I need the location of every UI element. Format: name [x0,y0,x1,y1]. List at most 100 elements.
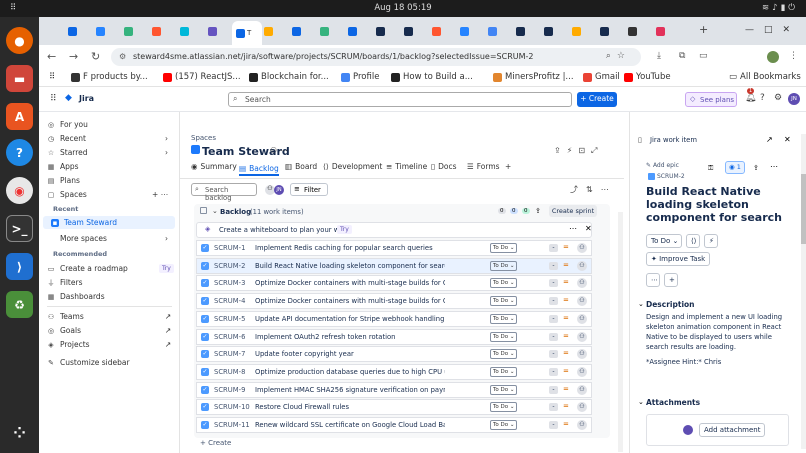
backlog-checkbox[interactable] [200,207,207,214]
status-dropdown[interactable]: To Do ⌄ [490,296,517,307]
app-center-icon[interactable]: A [6,103,33,130]
chrome-icon[interactable]: ◉ [6,177,33,204]
assignee-avatar[interactable]: ⚇ [577,384,587,395]
browser-tab[interactable] [540,23,570,40]
assignee-avatar[interactable]: ⚇ [577,313,587,324]
issue-summary[interactable]: Update API documentation for Stripe webh… [255,315,445,323]
tab-backlog[interactable]: ▤ Backlog [239,162,279,176]
tab-forms[interactable]: ☰ Forms [467,162,500,171]
tab-add[interactable]: + [505,162,511,171]
extensions-icon[interactable]: ⧉ [679,51,685,61]
table-row[interactable]: ✓ SCRUM-8 Optimize production database que… [196,363,592,380]
assignee-avatar[interactable]: ⚇ [577,402,587,413]
issue-key[interactable]: SCRUM-2 [214,262,245,270]
forward-icon[interactable]: → [69,50,78,63]
more-icon[interactable]: ⋯ [646,273,660,287]
table-row[interactable]: ✓ SCRUM-2 Build React Native loading skele… [196,257,592,274]
browser-tab[interactable] [372,23,402,40]
assignee-avatar[interactable]: ⚇ [577,243,587,253]
estimate-badge[interactable]: - [549,403,558,412]
issue-summary[interactable]: Optimize Docker containers with multi-st… [255,279,445,287]
create-button[interactable]: + Create [577,92,617,107]
estimate-badge[interactable]: - [549,332,558,341]
project-actions-icons[interactable]: ⇪⚡⊡⤢ [554,146,603,156]
sidebar-item-teams[interactable]: ⚇ Teams ↗ [47,312,171,321]
table-row[interactable]: ✓ SCRUM-9 Implement HMAC SHA256 signature … [196,381,592,398]
table-row[interactable]: ✓ SCRUM-6 Implement OAuth2 refresh token r… [196,328,592,345]
firefox-icon[interactable]: ● [6,27,33,54]
whiteboard-prompt[interactable]: Create a whiteboard to plan your work [219,226,350,234]
trash-icon[interactable]: ♻ [6,291,33,318]
issue-key[interactable]: SCRUM-1 [214,244,245,252]
breadcrumb[interactable]: Spaces [191,134,216,142]
sidebar-item-recent[interactable]: ◷ Recent › [47,134,168,143]
app-switcher-icon[interactable]: ⠿ [50,94,57,104]
status-dropdown[interactable]: To Do ⌄ [490,366,517,377]
browser-tab[interactable] [148,23,178,40]
estimate-badge[interactable]: - [549,314,558,323]
tab-summary[interactable]: ◉ Summary [191,162,237,171]
estimate-badge[interactable]: - [549,244,558,252]
table-row[interactable]: ✓ SCRUM-1 Implement Redis caching for popu… [196,240,592,256]
show-apps-icon[interactable]: ⁘ [6,419,33,446]
table-row[interactable]: ✓ SCRUM-4 Optimize Docker containers with … [196,293,592,310]
issue-key[interactable]: SCRUM-9 [214,386,245,394]
status-dropdown[interactable]: To Do ⌄ [490,243,517,253]
sidebar-item-dashboards[interactable]: ▦ Dashboards [47,292,105,301]
bookmark-item[interactable]: MinersProfitz |... [493,72,574,82]
browser-tab[interactable] [652,23,682,40]
issue-key[interactable]: SCRUM-11 [214,421,250,429]
issue-summary[interactable]: Renew wildcard SSL certificate on Google… [255,421,445,429]
status-dropdown[interactable]: To Do ⌄ [490,313,517,324]
sidebar-item-plans[interactable]: ▤ Plans [47,176,80,185]
apps-icon[interactable]: ⠿ [49,72,55,82]
assignee-avatar-filter[interactable]: JN [274,185,284,195]
browser-tab[interactable] [428,23,458,40]
add-attachment-button[interactable]: Add attachment [699,423,766,437]
assignee-avatar[interactable]: ⚇ [577,296,587,307]
sidebar-item-create-roadmap[interactable]: ▭ Create a roadmap Try [47,264,174,273]
share-icon[interactable]: ⇪ [753,164,759,172]
issue-key[interactable]: SCRUM-3 [214,279,245,287]
files-icon[interactable]: ▬ [6,65,33,92]
lock-icon[interactable]: ⚿ [708,164,713,173]
automation-icon[interactable]: ⚡ [704,234,718,248]
issue-summary[interactable]: Restore Cloud Firewall rules [255,403,445,411]
status-dropdown[interactable]: To Do ⌄ [646,234,682,248]
chevron-down-icon[interactable]: ⌄ [212,207,218,215]
add-epic-button[interactable]: ✎ Add epic [646,162,679,169]
team-icon[interactable]: ⚇ ⋯ [270,146,288,155]
assignee-avatar[interactable]: ⚇ [577,278,587,289]
sidebar-item-more-spaces[interactable]: More spaces › [47,234,168,243]
vscode-icon[interactable]: ⟩ [6,253,33,280]
browser-tab[interactable] [624,23,654,40]
terminal-icon[interactable]: >_ [6,215,33,242]
add-icon[interactable]: + ⋯ [152,190,168,199]
issue-key[interactable]: SCRUM-5 [214,315,245,323]
bookmark-item[interactable]: How to Build a... [391,72,473,82]
estimate-badge[interactable]: - [549,261,558,270]
issue-summary[interactable]: Implement OAuth2 refresh token rotation [255,333,445,341]
tab-board[interactable]: ▥ Board [285,162,317,171]
view-settings-icons[interactable]: ⤴⇅⋯ [570,184,617,195]
window-controls[interactable]: —□✕ [745,25,800,35]
assignee-avatar[interactable]: ⚇ [577,420,587,430]
jira-search-input[interactable]: ⌕ Search [228,92,572,107]
browser-tab[interactable] [400,23,430,40]
issue-key[interactable]: SCRUM-4 [214,297,245,305]
browser-tab[interactable] [204,23,234,40]
see-plans-button[interactable]: ◇ See plans [685,92,737,107]
watch-button[interactable]: ◉ 1 [725,161,745,174]
main-scrollbar[interactable] [618,212,623,452]
sidebar-item-spaces[interactable]: ▢ Spaces + ⋯ [47,190,168,199]
status-dropdown[interactable]: To Do ⌄ [490,349,517,360]
url-input[interactable]: ⚙ steward4sme.atlassian.net/jira/softwar… [111,48,641,66]
user-avatar[interactable]: JN [788,93,800,105]
browser-tab-active[interactable]: T [232,21,262,45]
bookmark-item[interactable]: Profile [341,72,379,82]
estimate-badge[interactable]: - [549,297,558,306]
create-item-button[interactable]: + Create [200,439,231,447]
status-dropdown[interactable]: To Do ⌄ [490,384,517,395]
estimate-badge[interactable]: - [549,385,558,394]
sidebar-item-for-you[interactable]: ◎ For you [47,120,88,129]
